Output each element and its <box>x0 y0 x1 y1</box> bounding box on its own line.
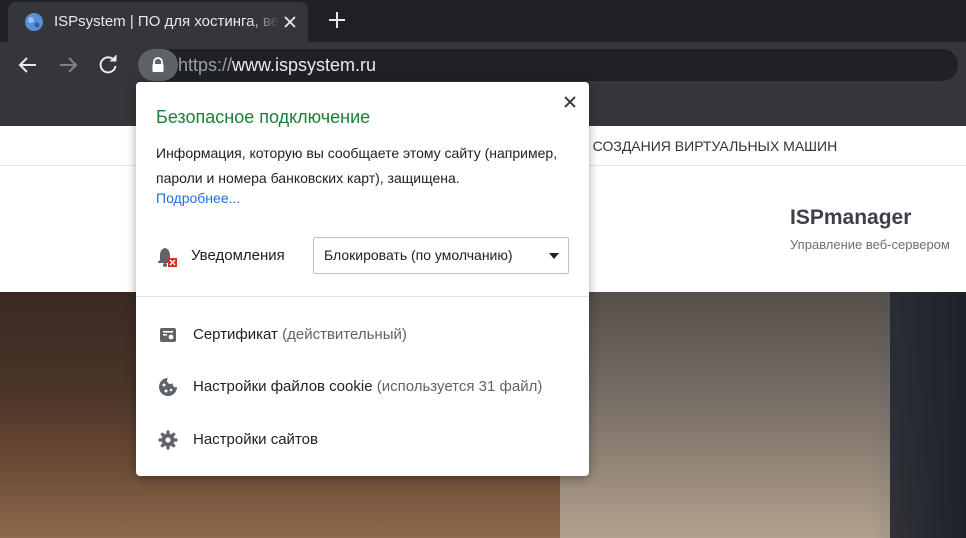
url-text[interactable]: https://www.ispsystem.ru <box>178 55 376 76</box>
favicon-icon <box>25 13 43 31</box>
product-title[interactable]: ISPmanager <box>790 206 911 230</box>
site-settings-row[interactable]: Настройки сайтов <box>136 418 589 462</box>
site-nav-item[interactable]: ДЛЯ СОЗДАНИЯ ВИРТУАЛЬНЫХ МАШИН <box>560 138 837 154</box>
more-info-link[interactable]: Подробнее... <box>156 190 240 206</box>
address-bar[interactable]: https://www.ispsystem.ru <box>138 49 958 81</box>
cookies-label: Настройки файлов cookie (используется 31… <box>193 378 542 395</box>
forward-arrow-icon[interactable] <box>56 53 80 77</box>
url-host: www.ispsystem.ru <box>232 55 377 75</box>
browser-tab[interactable]: ISPsystem | ПО для хостинга, веб <box>8 2 308 42</box>
gear-icon <box>158 430 178 450</box>
url-protocol: https:// <box>178 55 233 75</box>
certificate-row[interactable]: Сертификат (действительный) <box>136 313 589 357</box>
tab-title: ISPsystem | ПО для хостинга, веб <box>54 13 280 30</box>
connection-description: Информация, которую вы сообщаете этому с… <box>156 145 558 186</box>
dropdown-arrow-icon <box>549 253 559 259</box>
cookies-count: (используется 31 файл) <box>376 378 543 395</box>
cookies-row[interactable]: Настройки файлов cookie (используется 31… <box>136 365 589 409</box>
product-subtitle: Управление веб-сервером <box>790 237 950 252</box>
certificate-status: (действительный) <box>282 326 407 343</box>
tab-strip: ISPsystem | ПО для хостинга, веб <box>0 0 966 42</box>
notifications-select-value: Блокировать (по умолчанию) <box>324 247 513 263</box>
certificate-label-text: Сертификат <box>193 326 278 343</box>
bell-blocked-icon <box>158 248 177 267</box>
lock-icon <box>152 57 164 72</box>
site-settings-label: Настройки сайтов <box>193 431 318 448</box>
site-info-button[interactable] <box>138 49 178 81</box>
tab-close-icon[interactable] <box>280 12 300 32</box>
cookie-icon <box>159 378 177 396</box>
certificate-icon <box>160 328 176 342</box>
close-icon[interactable] <box>560 92 580 112</box>
connection-status-title: Безопасное подключение <box>156 107 371 127</box>
notifications-select[interactable]: Блокировать (по умолчанию) <box>313 237 569 274</box>
cookies-label-text: Настройки файлов cookie <box>193 378 373 395</box>
back-arrow-icon[interactable] <box>16 53 40 77</box>
notifications-label: Уведомления <box>191 247 285 264</box>
plus-icon[interactable] <box>326 9 348 31</box>
certificate-label: Сертификат (действительный) <box>193 326 407 343</box>
divider <box>136 296 589 297</box>
reload-icon[interactable] <box>96 53 120 77</box>
site-info-popup: Безопасное подключение Информация, котор… <box>136 82 589 476</box>
